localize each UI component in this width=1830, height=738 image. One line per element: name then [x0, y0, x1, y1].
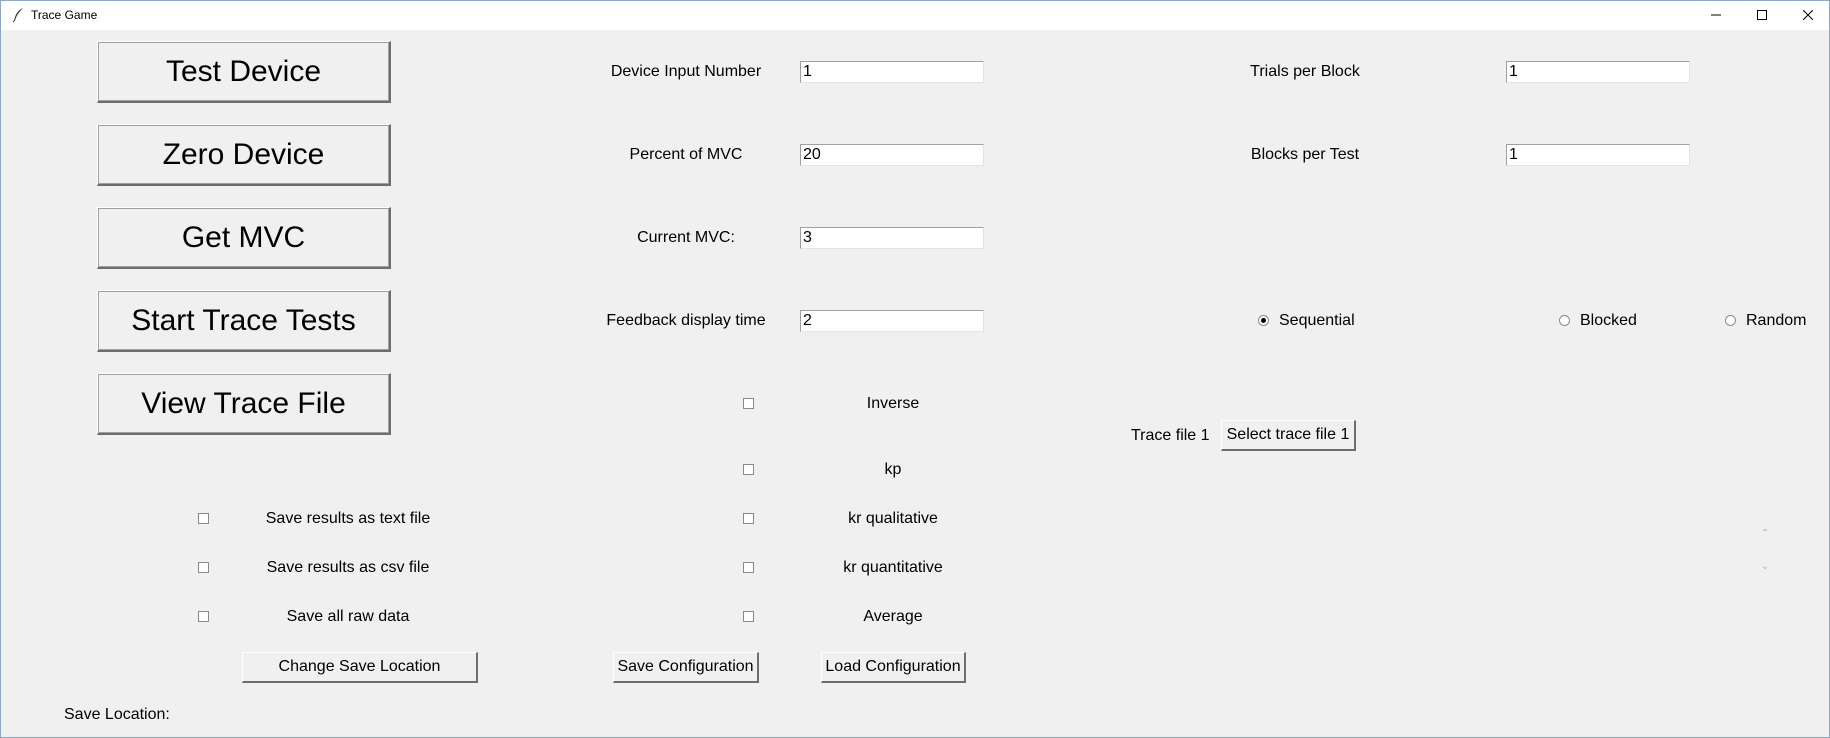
- device-input-number-field[interactable]: [800, 61, 984, 83]
- radio-blocked[interactable]: [1559, 315, 1570, 326]
- chevron-down-icon[interactable]: ⌄: [1758, 560, 1772, 574]
- close-icon: [1802, 7, 1814, 25]
- trace-file-label: Trace file 1: [1131, 427, 1210, 444]
- blocks-per-test-label: Blocks per Test: [1250, 146, 1360, 163]
- title-bar[interactable]: Trace Game: [1, 1, 1829, 30]
- maximize-button[interactable]: [1739, 1, 1785, 30]
- feedback-display-time-field[interactable]: [800, 310, 984, 332]
- maximize-icon: [1757, 7, 1767, 25]
- test-device-button[interactable]: Test Device: [97, 41, 391, 103]
- zero-device-button[interactable]: Zero Device: [97, 124, 391, 186]
- close-button[interactable]: [1785, 1, 1830, 30]
- app-window: Trace Game Test Device Zero Device Get M…: [0, 0, 1830, 738]
- view-trace-file-button[interactable]: View Trace File: [97, 373, 391, 435]
- kp-label: kp: [884, 461, 902, 478]
- inverse-checkbox[interactable]: [743, 398, 754, 409]
- average-checkbox[interactable]: [743, 611, 754, 622]
- save-csv-file-checkbox[interactable]: [198, 562, 209, 573]
- inverse-label: Inverse: [866, 395, 920, 412]
- percent-of-mvc-label: Percent of MVC: [629, 146, 743, 163]
- save-text-file-checkbox[interactable]: [198, 513, 209, 524]
- radio-sequential[interactable]: [1258, 315, 1269, 326]
- feedback-display-time-label: Feedback display time: [606, 312, 766, 329]
- device-input-number-label: Device Input Number: [610, 63, 762, 80]
- save-text-file-label: Save results as text file: [265, 510, 431, 527]
- save-raw-data-label: Save all raw data: [286, 608, 410, 625]
- average-label: Average: [863, 608, 923, 625]
- radio-random[interactable]: [1725, 315, 1736, 326]
- start-trace-tests-button[interactable]: Start Trace Tests: [97, 290, 391, 352]
- kp-checkbox[interactable]: [743, 464, 754, 475]
- blocks-per-test-field[interactable]: [1506, 144, 1690, 166]
- percent-of-mvc-field[interactable]: [800, 144, 984, 166]
- kr-qualitative-checkbox[interactable]: [743, 513, 754, 524]
- kr-quantitative-checkbox[interactable]: [743, 562, 754, 573]
- feather-icon: [11, 7, 27, 23]
- chevron-up-icon[interactable]: ⌃: [1758, 527, 1772, 541]
- kr-quantitative-label: kr quantitative: [843, 559, 943, 576]
- get-mvc-button[interactable]: Get MVC: [97, 207, 391, 269]
- change-save-location-button[interactable]: Change Save Location: [242, 652, 478, 683]
- minimize-button[interactable]: [1693, 1, 1739, 30]
- minimize-icon: [1711, 7, 1721, 25]
- kr-qualitative-label: kr qualitative: [848, 510, 938, 527]
- window-title: Trace Game: [31, 8, 98, 22]
- select-trace-file-button[interactable]: Select trace file 1: [1221, 420, 1356, 451]
- order-option-label: Random: [1746, 312, 1807, 329]
- trials-per-block-label: Trials per Block: [1250, 63, 1360, 80]
- save-csv-file-label: Save results as csv file: [266, 559, 430, 576]
- trials-per-block-field[interactable]: [1506, 61, 1690, 83]
- save-raw-data-checkbox[interactable]: [198, 611, 209, 622]
- load-configuration-button[interactable]: Load Configuration: [821, 652, 966, 683]
- current-mvc-field[interactable]: [800, 227, 984, 249]
- current-mvc-label: Current MVC:: [637, 229, 735, 246]
- save-configuration-button[interactable]: Save Configuration: [613, 652, 759, 683]
- order-option-label: Blocked: [1580, 312, 1637, 329]
- save-location-label: Save Location:: [64, 706, 170, 723]
- order-option-label: Sequential: [1279, 312, 1355, 329]
